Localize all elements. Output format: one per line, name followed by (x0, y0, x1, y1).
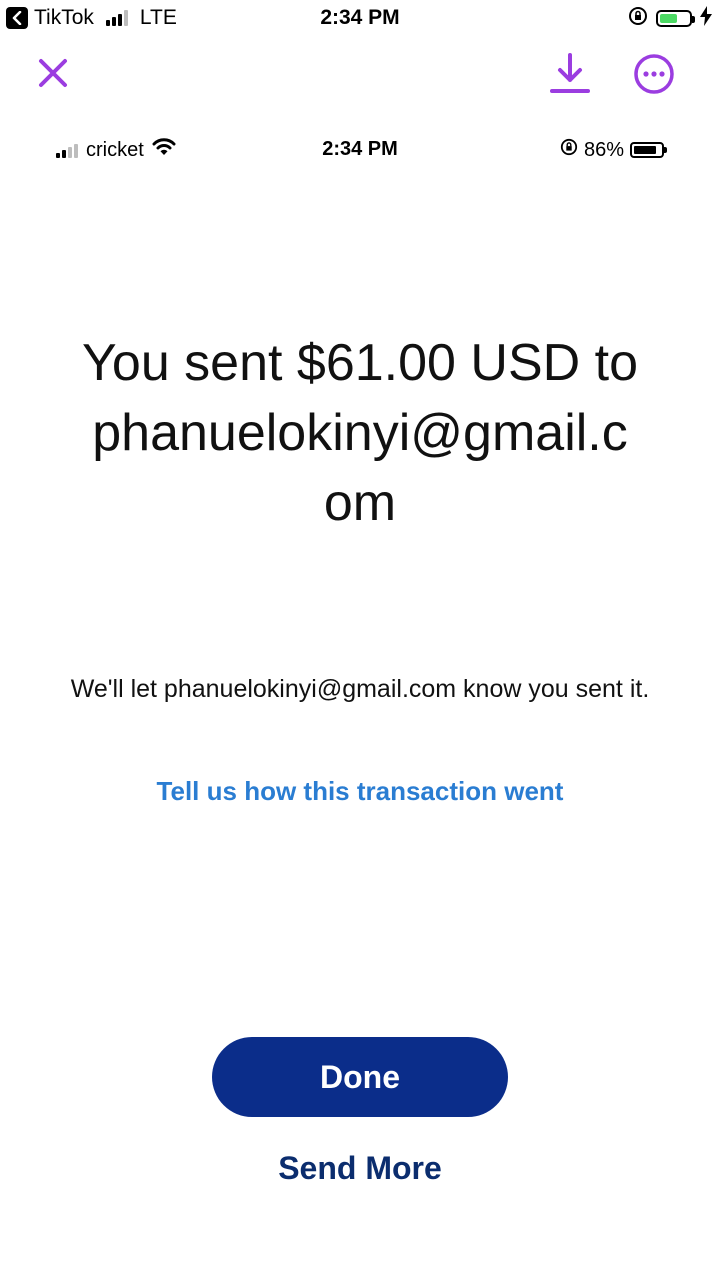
battery-icon (656, 10, 695, 27)
orientation-lock-icon (628, 6, 648, 31)
battery-percent: 86% (583, 138, 624, 161)
close-icon (39, 59, 67, 87)
send-more-button[interactable]: Send More (0, 1150, 720, 1187)
screenshot-status-bar: cricket 2:34 PM 86% (0, 136, 720, 166)
download-button[interactable] (548, 52, 592, 96)
close-button[interactable] (34, 54, 72, 92)
screenshot-status-right: 86% (560, 138, 667, 162)
more-icon (634, 54, 674, 94)
status-bar-right (628, 6, 712, 31)
more-options-button[interactable] (632, 52, 676, 96)
transaction-feedback-link[interactable]: Tell us how this transaction went (0, 776, 720, 807)
screenshot-orientation-lock-icon (560, 138, 578, 162)
charging-bolt-icon (700, 6, 712, 31)
status-time: 2:34 PM (320, 6, 400, 29)
done-button[interactable]: Done (212, 1037, 508, 1117)
screenshot-battery-icon (630, 142, 667, 158)
status-bar: TikTok LTE 2:34 PM (0, 0, 720, 38)
confirmation-headline: You sent $61.00 USD to phanuelokinyi@gma… (81, 334, 639, 532)
notification-message: We'll let phanuelokinyi@gmail.com know y… (70, 675, 650, 703)
download-icon (550, 53, 590, 93)
